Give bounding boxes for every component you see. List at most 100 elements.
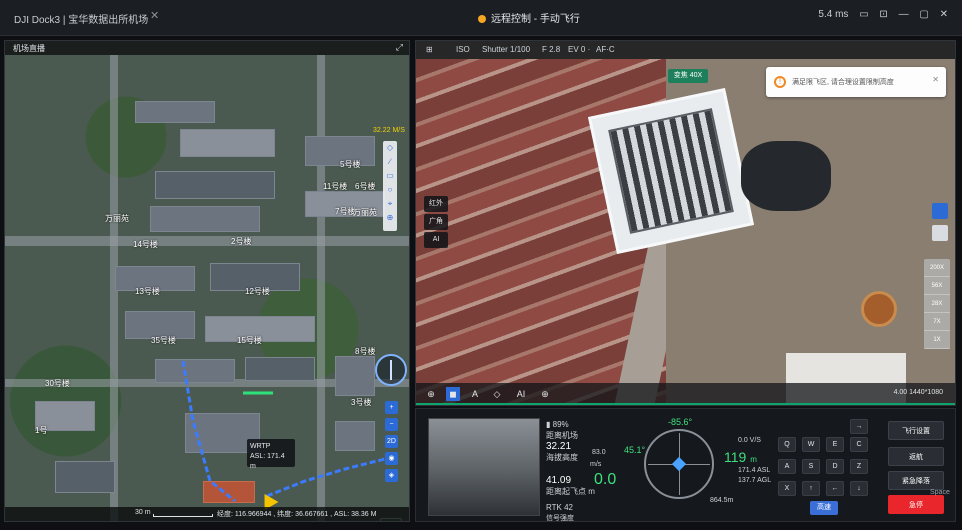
key-w[interactable]: W (802, 437, 820, 452)
ai-detect-icon[interactable]: AI (514, 387, 528, 401)
polygon-tool-icon[interactable]: ◇ (383, 141, 397, 155)
flight-control-panel: ▮ 89% 距离机场 32.21 海拔高度 41.09 距离起飞点 m 83.0… (415, 408, 956, 522)
layers-toggle-button[interactable]: ◈ (385, 469, 398, 482)
session-title: 远程控制 - 手动飞行 (491, 14, 580, 25)
key-right[interactable]: → (850, 419, 868, 434)
key-c[interactable]: C (850, 437, 868, 452)
altitude-value: 119 m (724, 449, 757, 465)
fullscreen-icon[interactable]: ⊡ (879, 9, 887, 20)
circle-tool-icon[interactable]: ○ (383, 183, 397, 197)
zoom-in-button[interactable]: + (385, 401, 398, 414)
camera-feed-panel[interactable]: ⊞ ISO Shutter 1/100 F 2.8 EV 0 · AF·C 变焦… (415, 40, 956, 406)
zoom-level: 1X (924, 331, 950, 349)
rect-tool-icon[interactable]: ▭ (383, 169, 397, 183)
return-home-button[interactable]: 返航 (888, 447, 944, 466)
emergency-stop-button[interactable]: 急停 (888, 495, 944, 514)
key-z[interactable]: Z (850, 459, 868, 474)
latency-label: 5.4 ms (818, 9, 849, 20)
zoom-badge: 变焦 40X (668, 69, 708, 83)
map-panel[interactable]: 5号楼 11号楼 6号楼 7号楼 万丽苑 万丽苑 14号楼 2号楼 13号楼 1… (4, 40, 410, 522)
minimize-icon[interactable]: — (899, 9, 909, 20)
speed-mode-button[interactable]: 高速 (810, 501, 838, 515)
map-panel-title: 机场直播 (13, 44, 45, 53)
telemetry-label: 距离机场 (546, 431, 578, 440)
popup-asl: ASL: 171.4 m (250, 453, 285, 470)
key-a[interactable]: A (778, 459, 796, 474)
key-s[interactable]: S (802, 459, 820, 474)
capture-button[interactable] (932, 225, 948, 241)
zoom-level: 28X (924, 295, 950, 313)
telemetry-readout: ▮ 89% 距离机场 32.21 海拔高度 41.09 距离起飞点 m (546, 419, 636, 497)
key-q[interactable]: Q (778, 437, 796, 452)
line-tool-icon[interactable]: ∕ (383, 155, 397, 169)
lens-wide-button[interactable]: 广角 (424, 214, 448, 230)
zoom-level: 7X (924, 313, 950, 331)
rtk-status: RTK 42 (546, 503, 573, 512)
feed-ac-grill (608, 108, 734, 234)
key-e[interactable]: E (826, 437, 844, 452)
map-draw-toolbar: ◇ ∕ ▭ ○ ⌖ ⊕ (383, 141, 397, 231)
camera-params-bar: ⊞ ISO Shutter 1/100 F 2.8 EV 0 · AF·C (416, 41, 955, 59)
point-target-icon[interactable]: ⊕ (538, 387, 552, 401)
vertical-speed: 83.0 (592, 449, 606, 456)
focus-label: AF·C (596, 45, 615, 54)
vs-readout: 0.0 V/S (738, 437, 761, 444)
rtk-sub-label: 信号强度 (546, 515, 574, 522)
shutter-label: Shutter 1/100 (482, 45, 531, 54)
session-status: 远程控制 - 手动飞行 (478, 10, 580, 25)
key-up[interactable]: ↑ (802, 481, 820, 496)
feed-pipe (861, 291, 897, 327)
lens-selector: 红外 广角 AI (424, 196, 448, 250)
map-compass-icon[interactable] (375, 354, 407, 386)
video-toolbar: ⊕ ◼ A ◇ AI ⊕ 4.00 1440*1080 (416, 383, 955, 405)
view-2d-button[interactable]: 2D (385, 435, 398, 448)
toast-close-icon[interactable]: ✕ (932, 75, 939, 84)
iso-label: ISO (456, 45, 470, 54)
target-tool-icon[interactable]: ⊕ (383, 211, 397, 225)
close-window-icon[interactable]: ✕ (940, 9, 948, 20)
heading-value: -85.6° (668, 417, 693, 427)
aperture-label: F 2.8 (542, 45, 561, 54)
key-x[interactable]: X (778, 481, 796, 496)
key-d[interactable]: D (826, 459, 844, 474)
map-status-bar: 30 m 经度: 116.966944 , 纬度: 36.667661 , AS… (5, 507, 409, 521)
photo-mode-icon[interactable]: ◼ (446, 387, 460, 401)
key-down[interactable]: ↓ (850, 481, 868, 496)
zoom-out-button[interactable]: − (385, 418, 398, 431)
zoom-slider[interactable]: 200X 56X 28X 7X 1X (924, 259, 950, 349)
lens-infrared-button[interactable]: 红外 (424, 196, 448, 212)
fpv-thumbnail[interactable] (428, 418, 540, 516)
attitude-value: 45.1° (624, 445, 646, 455)
locate-button[interactable]: ◉ (385, 452, 398, 465)
home-distance: 864.5m (710, 497, 734, 504)
stream-resolution: 4.00 1440*1080 (893, 389, 943, 396)
status-dot-icon (478, 15, 486, 23)
grid-icon[interactable]: ⊞ (426, 45, 433, 54)
telemetry-value: 32.21 (546, 441, 572, 452)
expand-icon[interactable]: ⤢ (396, 42, 403, 53)
auto-exposure-icon[interactable]: A (468, 387, 482, 401)
key-left[interactable]: ← (826, 481, 844, 496)
title-bar: DJI Dock3 | 宝华数据出所机场 ✕ 远程控制 - 手动飞行 5.4 m… (0, 0, 962, 36)
scale-label: 30 m (135, 509, 151, 516)
feed-ac-unit (587, 87, 755, 255)
record-mode-button[interactable] (932, 203, 948, 219)
focus-icon[interactable]: ◇ (490, 387, 504, 401)
asl-readout: 171.4 ASL (738, 467, 771, 474)
warning-icon: ! (774, 76, 786, 88)
close-tab-icon[interactable]: ✕ (150, 9, 159, 22)
lens-ai-button[interactable]: AI (424, 232, 448, 248)
emergency-landing-button[interactable]: 紧急降落 (888, 471, 944, 490)
window-controls: 5.4 ms ▭ ⊡ — ▢ ✕ (810, 9, 948, 20)
battery-level: ▮ 89% (546, 420, 569, 429)
maximize-icon[interactable]: ▢ (919, 9, 928, 20)
screen-icon[interactable]: ▭ (859, 9, 868, 20)
flight-route (181, 360, 386, 503)
cursor-coordinates: 经度: 116.966944 , 纬度: 36.667661 , ASL: 38… (217, 511, 377, 518)
ev-label: EV 0 · (568, 45, 591, 54)
pin-tool-icon[interactable]: ⌖ (383, 197, 397, 211)
crosshair-icon[interactable]: ⊕ (424, 387, 438, 401)
flight-settings-button[interactable]: 飞行设置 (888, 421, 944, 440)
app-title: DJI Dock3 | 宝华数据出所机场 (14, 15, 149, 26)
stream-progress (416, 403, 955, 405)
